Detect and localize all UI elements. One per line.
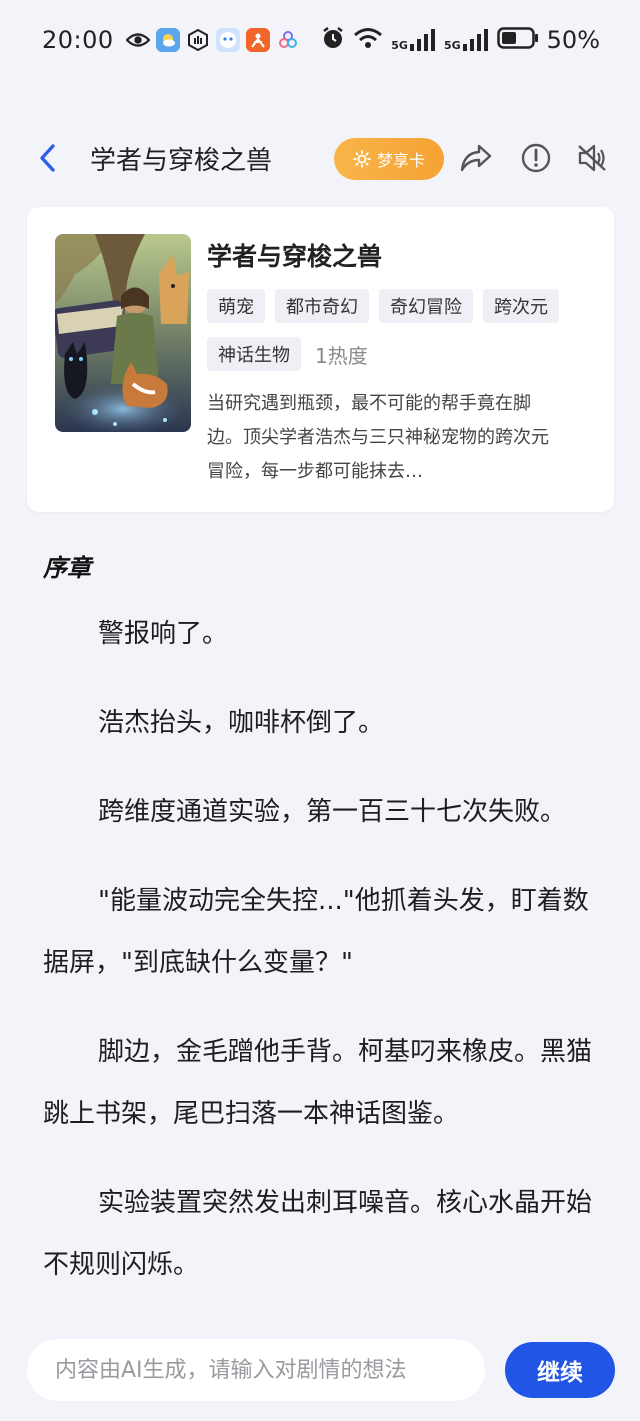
tag[interactable]: 神话生物 xyxy=(207,337,301,371)
story-content[interactable]: 序章 警报响了。 浩杰抬头，咖啡杯倒了。 跨维度通道实验，第一百三十七次失败。 … xyxy=(43,540,603,1325)
mute-button[interactable] xyxy=(574,140,610,176)
alarm-icon xyxy=(321,26,345,54)
story-paragraph: 警报响了。 xyxy=(98,619,229,649)
book-title: 学者与穿梭之兽 xyxy=(207,242,383,271)
battery-icon xyxy=(496,27,539,53)
status-bar: 20:00 5G 5G 50% xyxy=(0,0,640,80)
story-paragraph: 浩杰抬头，咖啡杯倒了。 xyxy=(98,708,385,738)
mute-icon xyxy=(578,144,606,172)
book-info-card[interactable]: 学者与穿梭之兽 萌宠 都市奇幻 奇幻冒险 跨次元 神话生物 1热度 当研究遇到瓶… xyxy=(27,207,614,512)
vip-card-label: 梦享卡 xyxy=(376,151,425,170)
book-cover-image xyxy=(55,234,191,432)
network-type-label: 5G xyxy=(391,39,408,52)
eye-icon xyxy=(125,28,150,52)
weather-app-icon xyxy=(155,28,180,52)
status-time: 20:00 xyxy=(42,26,114,54)
sun-icon xyxy=(353,150,371,168)
chapter-title: 序章 xyxy=(43,554,91,582)
back-icon xyxy=(40,144,55,172)
share-button[interactable] xyxy=(458,140,494,176)
bottom-input-bar: 继续 xyxy=(0,1330,640,1421)
signal-icon: 5G xyxy=(391,29,436,51)
signal-icon: 5G xyxy=(444,29,489,51)
story-paragraph: 跨维度通道实验，第一百三十七次失败。 xyxy=(98,797,567,827)
network-type-label: 5G xyxy=(443,39,461,52)
tag[interactable]: 萌宠 xyxy=(207,289,265,323)
cluster-app-icon xyxy=(276,28,300,52)
heat-count: 1热度 xyxy=(315,343,368,368)
story-paragraph: 实验装置突然发出刺耳噪音。核心水晶开始不规则闪烁。 xyxy=(43,1188,593,1280)
status-bar-right: 5G 5G 50% xyxy=(321,26,600,54)
assistant-app-icon xyxy=(215,28,240,52)
story-paragraph: "能量波动完全失控..."他抓着头发，盯着数据屏，"到底缺什么变量？" xyxy=(43,886,589,978)
warning-icon xyxy=(521,143,551,173)
status-bar-left: 20:00 xyxy=(42,26,300,54)
tag-list: 萌宠 都市奇幻 奇幻冒险 跨次元 神话生物 1热度 xyxy=(207,289,567,371)
tag[interactable]: 奇幻冒险 xyxy=(379,289,473,323)
wifi-icon xyxy=(353,27,383,53)
vip-card-button[interactable]: 梦享卡 xyxy=(334,138,444,180)
orange-app-icon xyxy=(245,28,270,52)
tag[interactable]: 都市奇幻 xyxy=(275,289,369,323)
page-title: 学者与穿梭之兽 xyxy=(90,146,273,176)
book-description: 当研究遇到瓶颈，最不可能的帮手竟在脚边。顶尖学者浩杰与三只神秘宠物的跨次元冒险，… xyxy=(207,393,549,482)
report-button[interactable] xyxy=(518,140,554,176)
back-button[interactable] xyxy=(30,140,66,176)
hand-app-icon xyxy=(186,28,210,52)
tag[interactable]: 跨次元 xyxy=(483,289,559,323)
share-icon xyxy=(460,144,492,172)
nav-bar: 学者与穿梭之兽 梦享卡 xyxy=(0,126,640,190)
plot-idea-input[interactable] xyxy=(27,1339,485,1401)
story-paragraph: 脚边，金毛蹭他手背。柯基叼来橡皮。黑猫跳上书架，尾巴扫落一本神话图鉴。 xyxy=(43,1037,593,1129)
continue-button[interactable]: 继续 xyxy=(505,1342,615,1398)
battery-percent: 50% xyxy=(546,26,600,54)
